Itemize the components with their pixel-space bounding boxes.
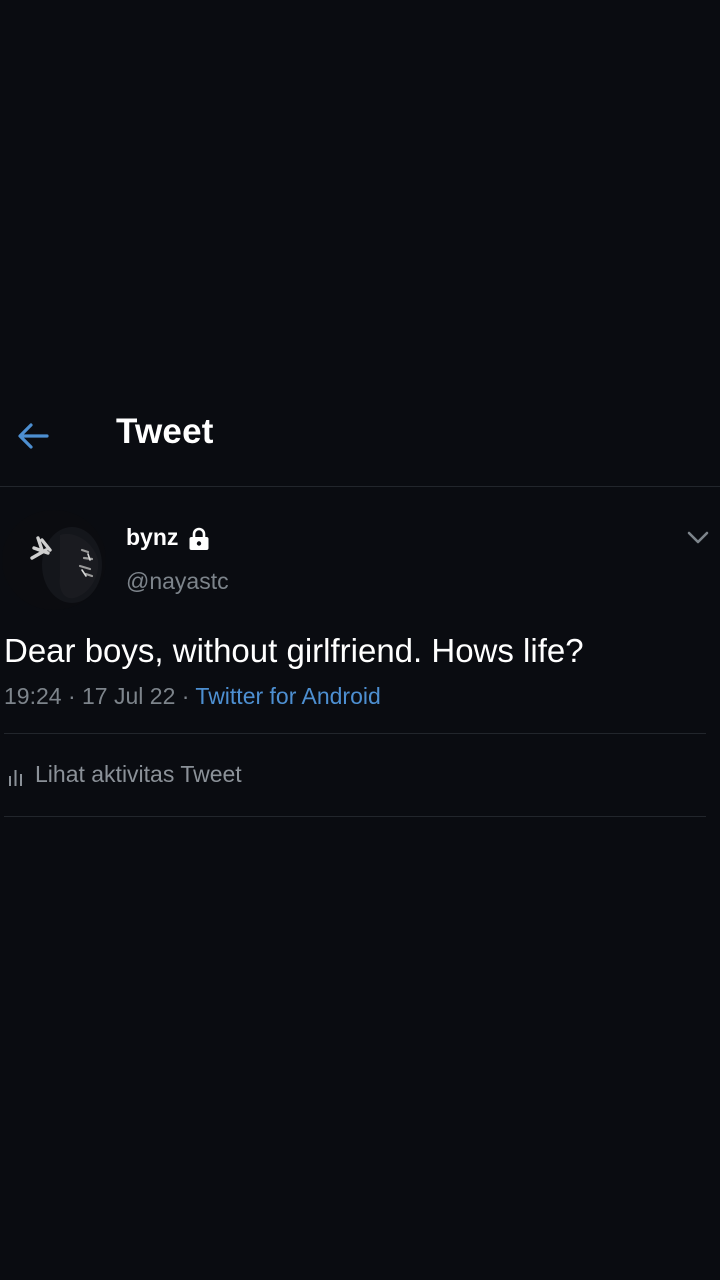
tweet-detail-screen: Tweet bynz @nayastc Dear boys, without g… xyxy=(0,0,720,1280)
author-display-name[interactable]: bynz xyxy=(126,524,178,551)
tweet-time: 19:24 xyxy=(4,683,62,709)
page-title: Tweet xyxy=(116,412,214,451)
meta-divider xyxy=(4,733,706,734)
activity-divider xyxy=(4,816,706,817)
header-divider xyxy=(0,486,720,487)
meta-separator: · xyxy=(181,683,190,709)
view-tweet-activity-label: Lihat aktivitas Tweet xyxy=(35,761,242,787)
meta-separator: · xyxy=(67,683,76,709)
chevron-down-icon xyxy=(687,531,709,544)
bar-chart-icon xyxy=(9,770,22,786)
tweet-source-link[interactable]: Twitter for Android xyxy=(195,683,380,709)
back-button[interactable] xyxy=(14,416,54,456)
lock-icon xyxy=(188,527,210,551)
tweet-metadata: 19:24 · 17 Jul 22 · Twitter for Android xyxy=(4,683,381,710)
tweet-date: 17 Jul 22 xyxy=(82,683,176,709)
tweet-text: Dear boys, without girlfriend. Hows life… xyxy=(4,632,584,669)
author-handle[interactable]: @nayastc xyxy=(126,568,229,595)
arrow-left-icon xyxy=(18,423,49,449)
avatar-image xyxy=(2,510,106,610)
top-app-bar: Tweet xyxy=(0,404,720,464)
avatar[interactable] xyxy=(2,510,106,610)
more-options-button[interactable] xyxy=(684,524,712,550)
